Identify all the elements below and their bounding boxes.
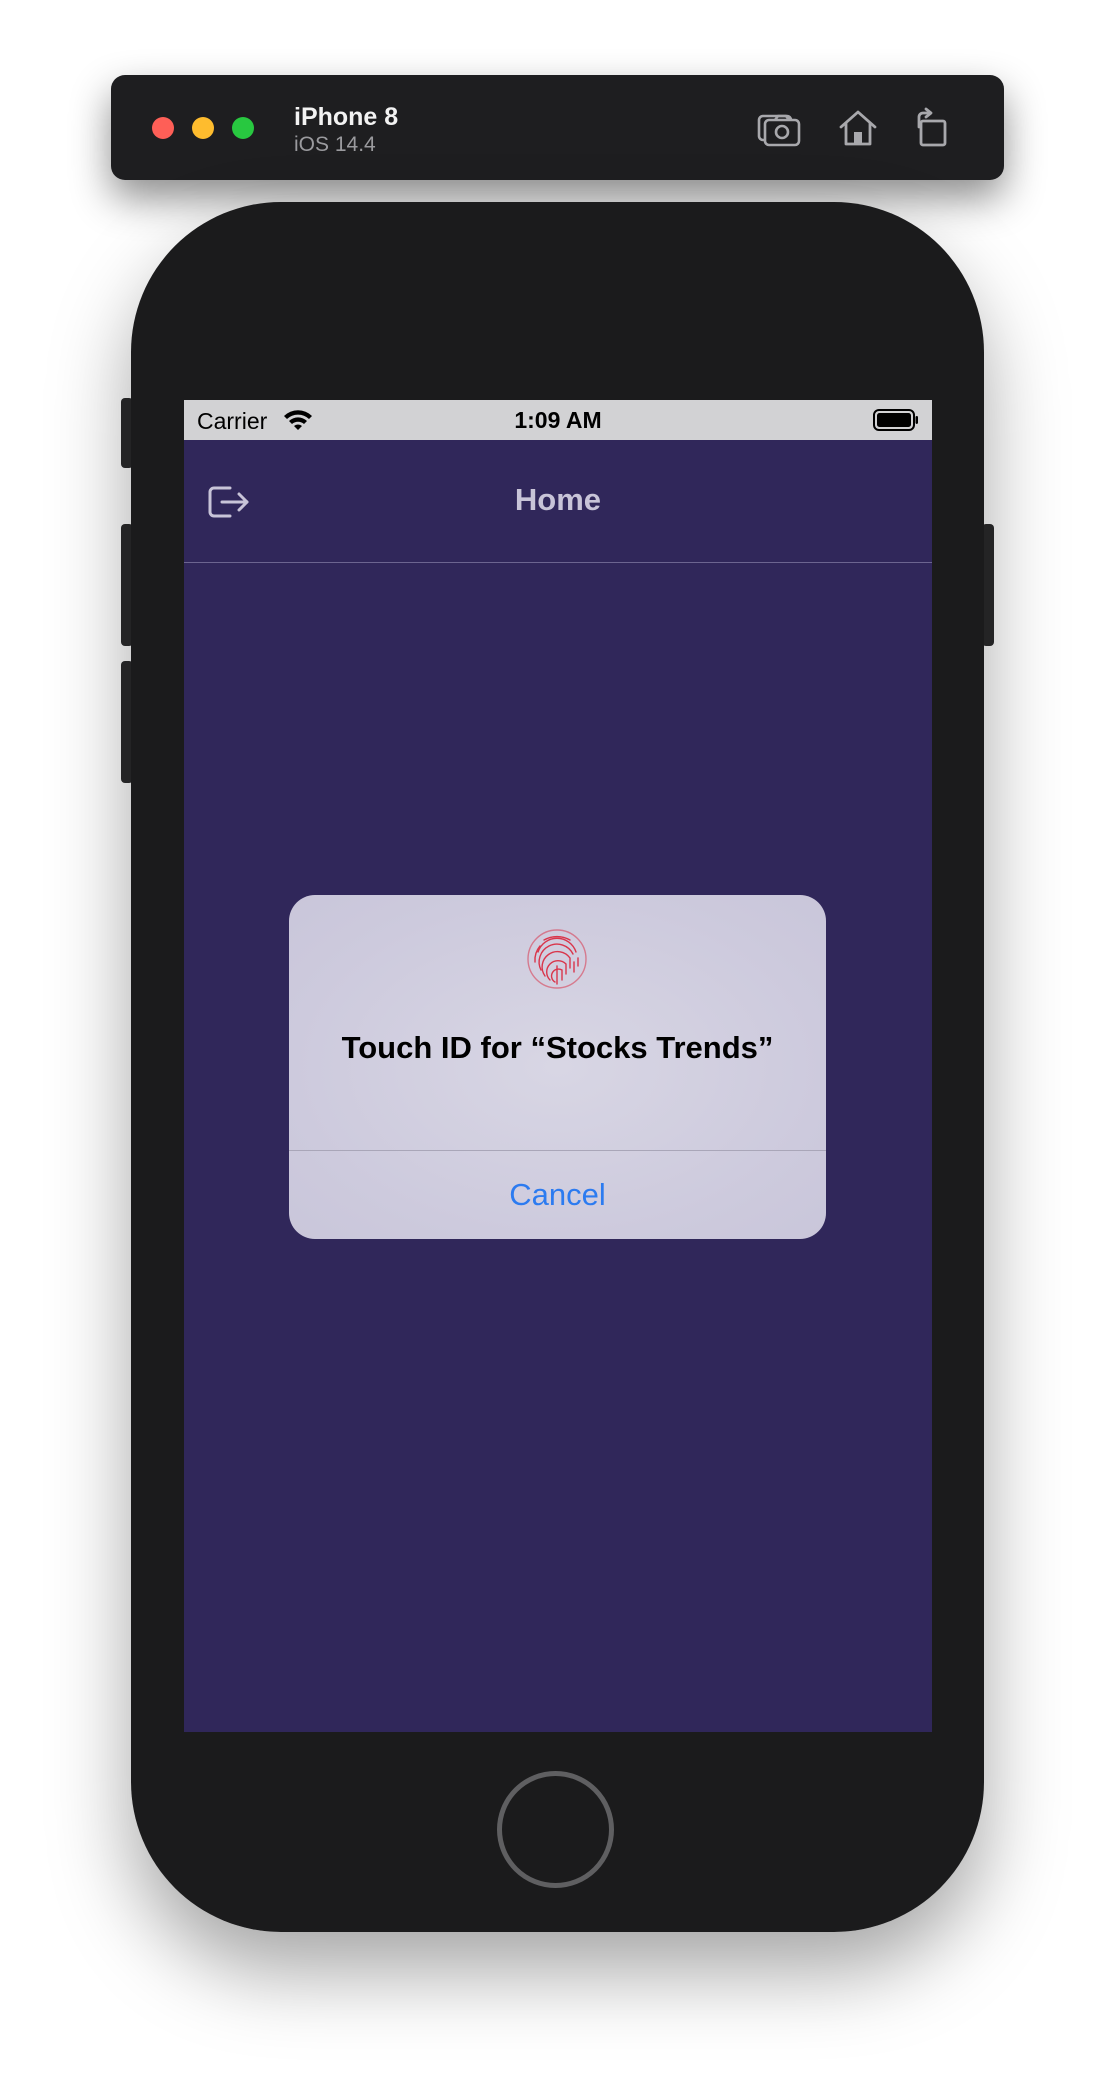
fingerprint-icon (527, 929, 587, 989)
device-os-version: iOS 14.4 (294, 133, 376, 156)
alert-title: Touch ID for “Stocks Trends” (341, 1030, 774, 1065)
simulator-toolbar: iPhone 8 iOS 14.4 (111, 75, 1004, 180)
device-home-button[interactable] (497, 1771, 614, 1888)
rotate-button[interactable] (909, 105, 955, 151)
simulator-stage: iPhone 8 iOS 14.4 Carrier 1:09 AM Home T… (0, 0, 1116, 2082)
zoom-window-button[interactable] (232, 117, 254, 139)
rotate-icon (917, 107, 947, 147)
close-window-button[interactable] (152, 117, 174, 139)
screenshot-icon (757, 114, 801, 147)
battery-icon (873, 409, 918, 431)
page-title: Home (514, 482, 602, 517)
minimize-window-button[interactable] (192, 117, 214, 139)
home-toolbar-button[interactable] (835, 105, 881, 151)
home-icon (839, 110, 877, 146)
navigation-bar: Home (184, 440, 932, 563)
status-bar: Carrier 1:09 AM (184, 400, 932, 440)
screenshot-button[interactable] (756, 105, 802, 151)
touch-id-alert: Touch ID for “Stocks Trends” Cancel (289, 895, 826, 1239)
cancel-button[interactable]: Cancel (289, 1151, 826, 1239)
device-screen: Carrier 1:09 AM Home Touch ID for “Stock… (184, 400, 932, 1732)
status-time: 1:09 AM (514, 407, 602, 433)
device-name: iPhone 8 (294, 103, 399, 131)
